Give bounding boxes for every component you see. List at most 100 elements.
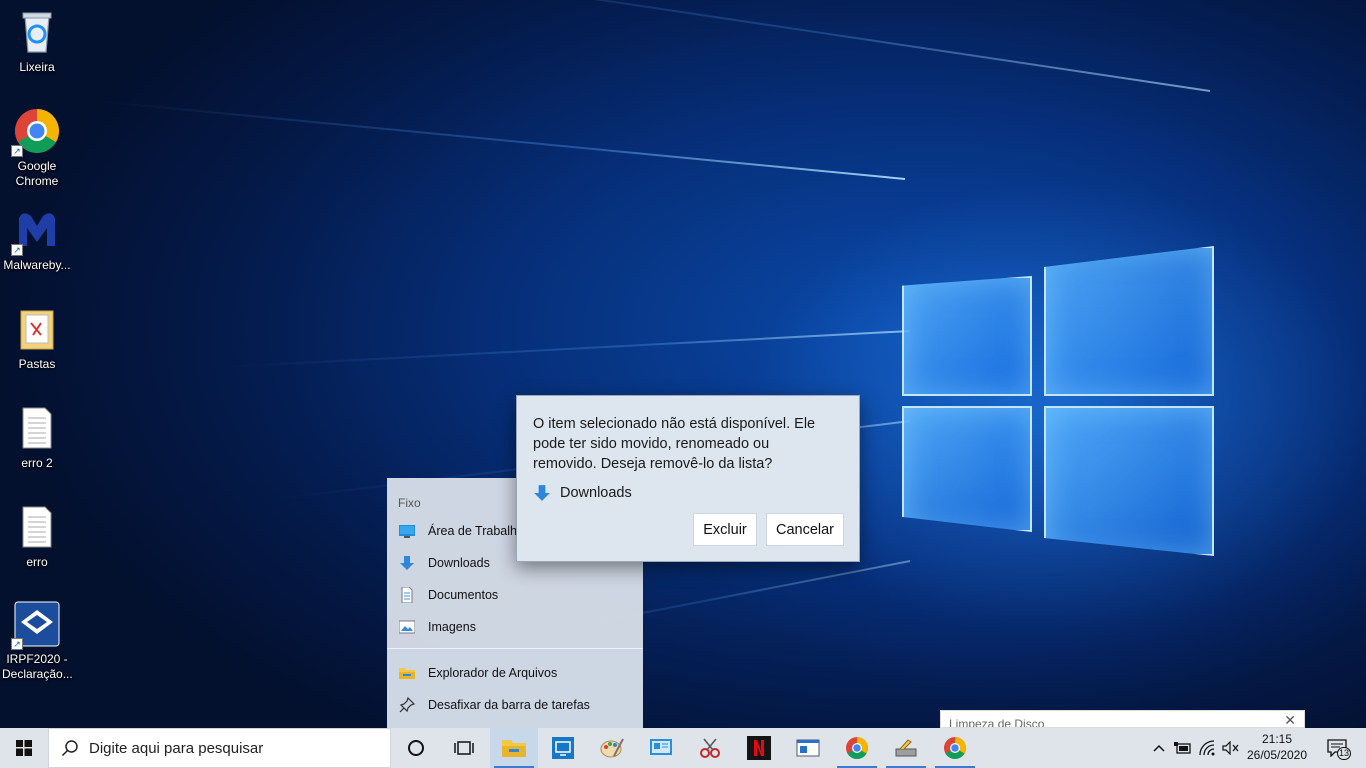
dialog-item: Downloads — [533, 484, 632, 502]
search-placeholder: Digite aqui para pesquisar — [89, 739, 264, 757]
recycle-bin-icon — [13, 8, 61, 56]
disk-cleanup-icon — [895, 739, 917, 757]
text-file-icon — [13, 503, 61, 551]
chrome-icon: ↗ — [11, 107, 61, 157]
unpin-icon — [399, 696, 416, 713]
cortana-icon — [408, 740, 424, 756]
jump-list-task-unpin[interactable]: Desafixar da barra de tarefas — [387, 690, 643, 720]
jump-list-tasks: Explorador de Arquivos Desafixar da barr… — [387, 649, 643, 728]
wallpaper-beam — [112, 0, 1211, 92]
text-file-icon — [13, 404, 61, 452]
file-explorer-icon — [502, 740, 526, 757]
wallpaper-beam — [4, 91, 906, 180]
taskbar-remote-desktop[interactable] — [539, 728, 587, 768]
jump-list-section-title: Fixo — [398, 496, 421, 510]
malwarebytes-icon: ↗ — [11, 206, 61, 256]
jump-list-task-label: Explorador de Arquivos — [428, 666, 558, 680]
clock[interactable]: 21:15 26/05/2020 — [1238, 731, 1316, 763]
clock-date: 26/05/2020 — [1246, 748, 1308, 762]
document-icon — [399, 586, 415, 604]
wallpaper-logo-pane — [902, 406, 1032, 532]
paint-icon — [600, 738, 624, 758]
battery-icon — [1174, 742, 1191, 754]
notification-count-badge: 13 — [1337, 747, 1351, 760]
shortcut-arrow-icon: ↗ — [11, 244, 23, 256]
taskbar-window-app[interactable] — [784, 728, 832, 768]
desktop-icon-label: Lixeira — [19, 60, 55, 74]
taskbar-file-explorer[interactable] — [490, 728, 538, 768]
desktop-icon-label: Malwareby... — [3, 258, 71, 272]
desktop-icon-erro[interactable]: erro — [2, 503, 72, 570]
desktop-icon-lixeira[interactable]: Lixeira — [2, 8, 72, 75]
wallpaper-logo-pane — [1044, 406, 1214, 556]
disk-cleanup-notification[interactable]: Limpeza de Disco ✕ — [940, 710, 1305, 728]
jump-list-item-label: Imagens — [428, 620, 476, 634]
jump-list-item-label: Área de Trabalho — [428, 524, 524, 538]
desktop-icon-malwarebytes[interactable]: ↗ Malwareby... — [2, 206, 72, 273]
chrome-icon — [846, 737, 868, 759]
tray-show-hidden[interactable] — [1148, 728, 1170, 768]
download-arrow-icon — [533, 484, 551, 502]
jump-list-item-label: Downloads — [428, 556, 490, 570]
task-view-button[interactable] — [440, 728, 488, 768]
chevron-up-icon — [1153, 744, 1165, 752]
wallpaper-logo-pane — [1044, 246, 1214, 396]
wifi-icon — [1199, 740, 1215, 756]
desktop-icon-chrome[interactable]: ↗ Google Chrome — [2, 107, 72, 189]
tray-battery[interactable] — [1172, 728, 1194, 768]
taskbar-disk-cleanup[interactable] — [882, 728, 930, 768]
desktop-icon-label: IRPF2020 - Declaração... — [2, 652, 73, 681]
taskbar-chrome-2[interactable] — [931, 728, 979, 768]
taskbar: Digite aqui para pesquisar 21:15 26/05/2… — [0, 728, 1366, 768]
jump-list-item-documents[interactable]: Documentos — [387, 580, 643, 610]
desktop-icon-label: Google Chrome — [15, 159, 59, 188]
task-view-icon — [454, 741, 474, 755]
shortcut-arrow-icon: ↗ — [11, 145, 23, 157]
jump-list-task-label: Desafixar da barra de tarefas — [428, 698, 590, 712]
wallpaper-logo-pane — [902, 276, 1032, 396]
pictures-icon — [398, 619, 416, 635]
taskbar-control-panel[interactable] — [637, 728, 685, 768]
netflix-icon — [747, 736, 771, 760]
dialog-item-label: Downloads — [560, 485, 632, 501]
desktop-icon-pastas[interactable]: Pastas — [2, 305, 72, 372]
clock-time: 21:15 — [1261, 732, 1293, 746]
remote-desktop-icon — [552, 737, 574, 759]
notification-icon: 13 — [1327, 738, 1351, 760]
dialog-message: O item selecionado não está disponível. … — [533, 416, 816, 472]
chrome-icon — [944, 737, 966, 759]
download-arrow-icon — [399, 555, 415, 571]
item-unavailable-dialog: O item selecionado não está disponível. … — [516, 395, 860, 562]
delete-button[interactable]: Excluir — [693, 513, 757, 546]
irpf-icon: ↗ — [11, 600, 61, 650]
notification-title: Limpeza de Disco — [949, 717, 1045, 728]
action-center-button[interactable]: 13 — [1318, 728, 1358, 768]
search-icon — [61, 740, 78, 757]
cancel-button[interactable]: Cancelar — [766, 513, 844, 546]
taskbar-chrome[interactable] — [833, 728, 881, 768]
desktop-icon-erro-2[interactable]: erro 2 — [2, 404, 72, 471]
jump-list-item-pictures[interactable]: Imagens — [387, 612, 643, 642]
snipping-tool-icon — [700, 738, 720, 758]
desktop-icon — [399, 523, 415, 539]
folder-icon — [399, 665, 415, 681]
jump-list-task-file-explorer[interactable]: Explorador de Arquivos — [387, 658, 643, 688]
window-app-icon — [796, 739, 820, 757]
folder-icon — [13, 305, 61, 353]
desktop-icon-label: Pastas — [18, 357, 56, 371]
start-button[interactable] — [0, 728, 48, 768]
desktop[interactable]: Lixeira ↗ Google Chrome ↗ Malwareby... P… — [0, 0, 1366, 728]
taskbar-snipping-tool[interactable] — [686, 728, 734, 768]
cortana-button[interactable] — [392, 728, 440, 768]
desktop-icon-irpf2020[interactable]: ↗ IRPF2020 - Declaração... — [2, 600, 73, 682]
desktop-icon-label: erro 2 — [21, 456, 53, 470]
shortcut-arrow-icon: ↗ — [11, 638, 23, 650]
wallpaper-beam — [150, 330, 911, 372]
taskbar-paint[interactable] — [588, 728, 636, 768]
tray-network[interactable] — [1196, 728, 1220, 768]
desktop-icon-label: erro — [26, 555, 48, 569]
search-box[interactable]: Digite aqui para pesquisar — [48, 728, 391, 768]
taskbar-netflix[interactable] — [735, 728, 783, 768]
close-icon[interactable]: ✕ — [1284, 713, 1296, 727]
jump-list-item-label: Documentos — [428, 588, 499, 602]
